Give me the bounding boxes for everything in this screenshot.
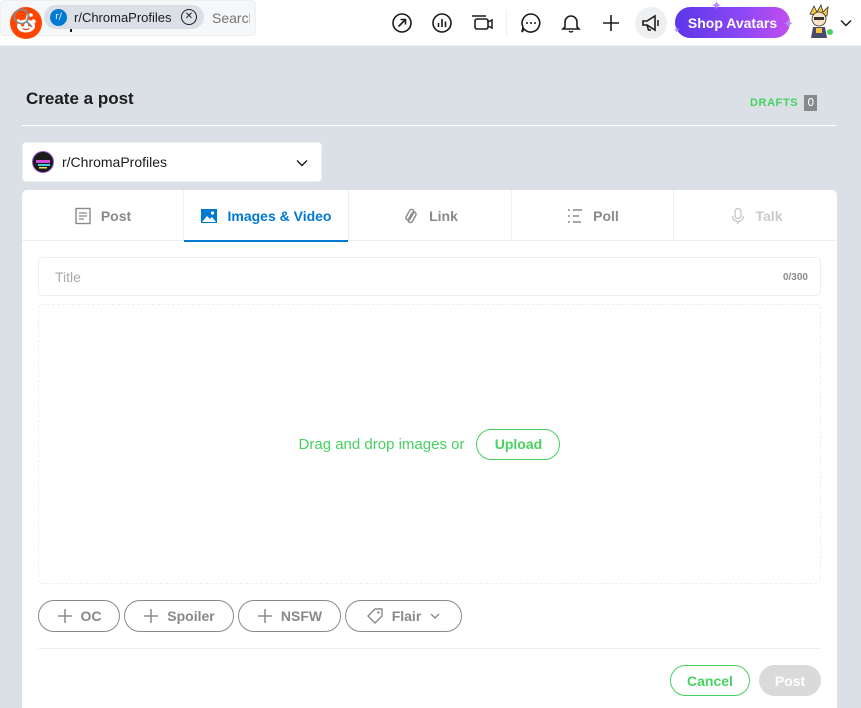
tab-link-label: Link xyxy=(429,207,458,224)
chevron-down-icon xyxy=(430,613,440,619)
nsfw-tag-label: NSFW xyxy=(280,608,323,624)
image-icon xyxy=(201,208,218,223)
dropzone-text: Drag and drop images or xyxy=(298,435,465,453)
post-type-tabs: Post Images & Video Link Poll Talk xyxy=(22,190,837,242)
upload-button[interactable]: Upload xyxy=(476,428,561,460)
popular-icon[interactable] xyxy=(387,8,417,38)
oc-tag-label: OC xyxy=(80,608,102,624)
footer-divider xyxy=(38,648,821,649)
tag-icon xyxy=(366,608,383,624)
tab-post-label: Post xyxy=(100,207,132,224)
poll-icon xyxy=(568,208,583,223)
media-dropzone[interactable]: Drag and drop images or Upload xyxy=(38,304,821,584)
search-icon xyxy=(12,7,34,29)
tab-poll[interactable]: Poll xyxy=(512,190,674,241)
community-badge-icon: r/ xyxy=(50,8,67,26)
plus-icon xyxy=(57,609,72,623)
link-icon xyxy=(405,208,417,223)
drafts-button[interactable]: DRAFTS 0 xyxy=(750,95,818,111)
tab-poll-label: Poll xyxy=(593,207,619,224)
oc-tag-button[interactable]: OC xyxy=(38,600,120,632)
post-tags-row: OC Spoiler NSFW Flair xyxy=(38,600,466,632)
notifications-bell-icon[interactable] xyxy=(556,8,586,38)
tab-post[interactable]: Post xyxy=(22,190,184,241)
tab-talk[interactable]: Talk xyxy=(674,190,837,241)
sparkle-icon: ✦ xyxy=(673,26,681,36)
header-divider xyxy=(22,125,836,126)
drafts-count-badge: 0 xyxy=(804,95,818,111)
shop-avatars-button[interactable]: Shop Avatars xyxy=(675,7,790,38)
chevron-down-icon[interactable] xyxy=(839,16,853,30)
create-post-card: Post Images & Video Link Poll Talk 0/300… xyxy=(22,190,837,708)
topbar-divider xyxy=(506,10,507,36)
sparkle-icon: ✦ xyxy=(711,0,722,14)
search-community-chip[interactable]: r/ r/ChromaProfiles ✕ xyxy=(44,5,204,29)
explore-icon[interactable] xyxy=(427,8,457,38)
plus-icon xyxy=(257,609,272,623)
tab-talk-label: Talk xyxy=(755,207,783,224)
flair-button[interactable]: Flair xyxy=(345,600,462,632)
tab-images-video[interactable]: Images & Video xyxy=(184,190,349,242)
flair-label: Flair xyxy=(391,608,422,624)
close-icon[interactable]: ✕ xyxy=(181,9,197,25)
post-icon xyxy=(75,207,91,224)
cancel-button[interactable]: Cancel xyxy=(670,665,750,696)
post-submit-button[interactable]: Post xyxy=(759,665,821,696)
title-field: 0/300 xyxy=(38,257,821,296)
community-avatar xyxy=(32,151,54,173)
search-community-chip-label: r/ChromaProfiles xyxy=(74,9,172,25)
plus-icon xyxy=(144,609,159,623)
create-plus-icon[interactable] xyxy=(596,8,626,38)
spoiler-tag-button[interactable]: Spoiler xyxy=(124,600,234,632)
tab-link[interactable]: Link xyxy=(349,190,512,241)
search-input[interactable] xyxy=(212,8,250,28)
nsfw-tag-button[interactable]: NSFW xyxy=(238,600,341,632)
tab-images-video-label: Images & Video xyxy=(227,207,332,224)
title-character-counter: 0/300 xyxy=(782,272,808,283)
drafts-label: DRAFTS xyxy=(750,97,799,109)
sparkle-icon: ✦ xyxy=(783,17,794,32)
spoiler-tag-label: Spoiler xyxy=(167,608,215,624)
community-selector-label: r/ChromaProfiles xyxy=(62,154,168,170)
advertise-megaphone-icon[interactable] xyxy=(635,7,667,39)
chevron-down-icon xyxy=(295,155,309,169)
microphone-icon xyxy=(731,207,744,224)
title-input[interactable] xyxy=(39,258,739,295)
online-status-dot xyxy=(826,28,834,36)
page-title: Create a post xyxy=(26,89,134,108)
live-video-icon[interactable] xyxy=(467,8,497,38)
community-selector[interactable]: r/ChromaProfiles xyxy=(22,142,322,182)
chat-icon[interactable] xyxy=(516,8,546,38)
top-navigation-bar: r/ r/ChromaProfiles ✕ Shop Avatars ✦ ✦ ✦ xyxy=(0,0,861,46)
